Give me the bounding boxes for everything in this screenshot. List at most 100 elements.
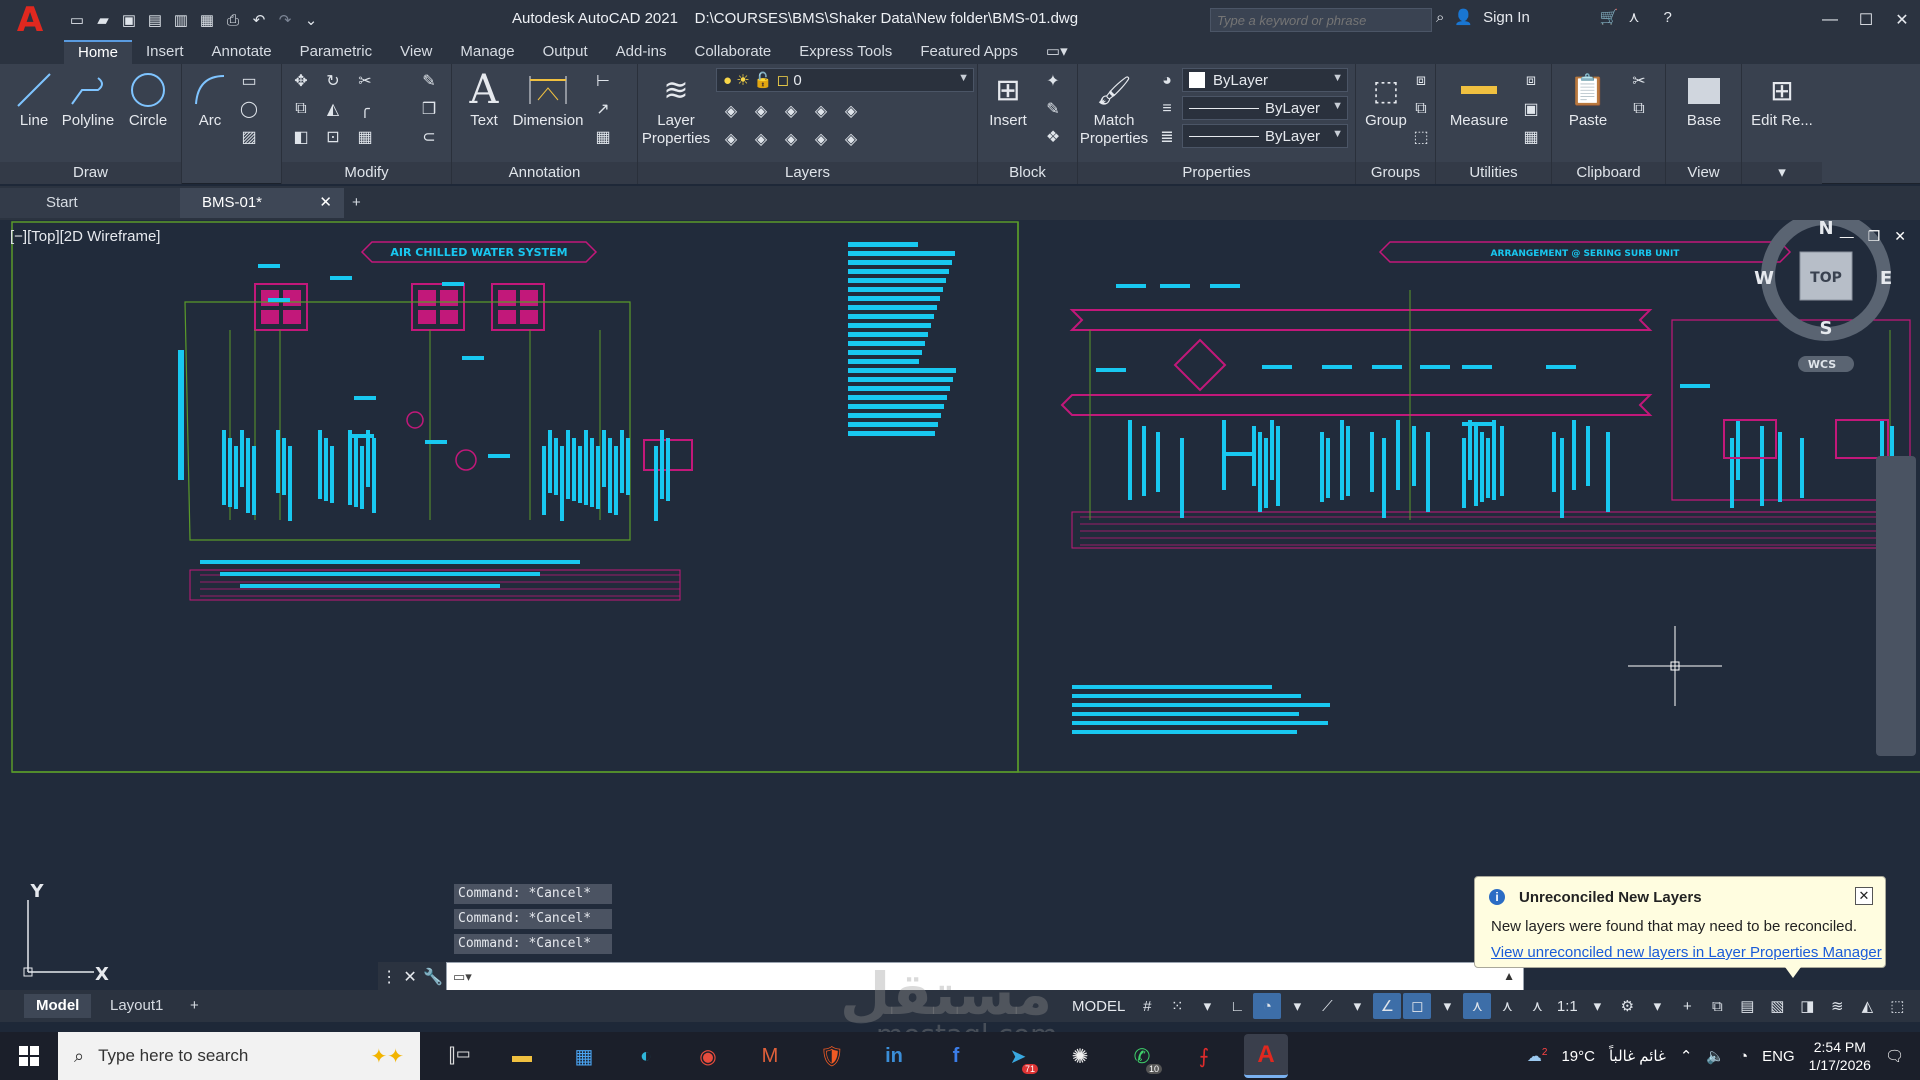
- annotation-scale-value[interactable]: 1:1: [1553, 993, 1581, 1019]
- plot-icon[interactable]: ⎙: [222, 9, 244, 31]
- io-point-bar[interactable]: [602, 430, 606, 487]
- fillet-icon[interactable]: ╭: [354, 98, 376, 120]
- chiller-coil[interactable]: [283, 310, 301, 324]
- spec-text-line[interactable]: [848, 305, 937, 310]
- return-duct[interactable]: [1060, 394, 1653, 416]
- clean-screen-icon[interactable]: ⬚: [1883, 993, 1911, 1019]
- workspace-dropdown-icon[interactable]: ▾: [1643, 993, 1671, 1019]
- customization-menu-icon[interactable]: ≡: [1913, 993, 1920, 1019]
- clock[interactable]: 2:54 PM 1/17/2026: [1809, 1038, 1871, 1074]
- compass-south[interactable]: S: [1820, 318, 1833, 339]
- ucs-x-label[interactable]: X: [95, 964, 109, 985]
- command-input[interactable]: [479, 968, 1523, 986]
- mirror-icon[interactable]: ◭: [322, 98, 344, 120]
- modify-panel-title[interactable]: Modify: [282, 162, 451, 184]
- io-point-bar[interactable]: [252, 446, 256, 515]
- quick-select-icon[interactable]: ⧈: [1520, 70, 1542, 92]
- edit-attributes-icon[interactable]: ❖: [1042, 126, 1064, 148]
- whatsapp-icon[interactable]: ✆ 10: [1120, 1034, 1164, 1078]
- io-point-bar[interactable]: [1480, 432, 1484, 502]
- io-point-bar[interactable]: [1426, 432, 1430, 512]
- note-line[interactable]: [1072, 694, 1301, 698]
- table-icon[interactable]: ▦: [592, 126, 614, 148]
- io-point-bar[interactable]: [1606, 432, 1610, 512]
- color-dropdown[interactable]: ByLayer ▼: [1182, 68, 1348, 92]
- ellipse-icon[interactable]: ◯: [238, 98, 260, 120]
- chiller-coil[interactable]: [520, 310, 538, 324]
- color-wheel-icon[interactable]: ◕: [1156, 70, 1178, 92]
- match-properties-tool[interactable]: 🖌 Match Properties: [1078, 68, 1150, 148]
- tag-label[interactable]: [1222, 452, 1252, 456]
- autocad-logo-icon[interactable]: A: [0, 0, 60, 40]
- chiller-coil[interactable]: [261, 310, 279, 324]
- spec-text-line[interactable]: [848, 341, 925, 346]
- tag-label[interactable]: [330, 276, 352, 280]
- isometric-icon[interactable]: ⟋: [1313, 993, 1341, 1019]
- io-point-bar[interactable]: [608, 438, 612, 513]
- tag-label[interactable]: [1546, 365, 1576, 369]
- io-point-bar[interactable]: [1572, 420, 1576, 490]
- tab-featured-apps[interactable]: Featured Apps: [906, 40, 1032, 64]
- io-point-bar[interactable]: [572, 438, 576, 501]
- io-point-bar[interactable]: [1468, 420, 1472, 480]
- io-point-bar[interactable]: [1346, 426, 1350, 496]
- tag-label[interactable]: [268, 298, 290, 302]
- layer-dropdown[interactable]: ● ☀ 🔓 ◻ 0 ▼: [716, 68, 974, 92]
- io-point-bar[interactable]: [324, 438, 328, 501]
- spec-text-line[interactable]: [848, 278, 946, 283]
- task-view-icon[interactable]: ⫿▭: [438, 1034, 482, 1078]
- cut-icon[interactable]: ✂: [1628, 70, 1650, 92]
- save-web-icon[interactable]: ▦: [196, 9, 218, 31]
- chiller-coil[interactable]: [418, 310, 436, 324]
- io-point-bar[interactable]: [660, 430, 664, 499]
- io-point-bar[interactable]: [590, 438, 594, 507]
- spec-text-line[interactable]: [848, 242, 918, 247]
- ungroup-icon[interactable]: ⧈: [1410, 70, 1432, 92]
- layer-previous-icon[interactable]: ◈: [840, 128, 862, 150]
- spec-text-line[interactable]: [848, 323, 931, 328]
- spec-text-line[interactable]: [848, 404, 944, 409]
- io-point-bar[interactable]: [584, 430, 588, 505]
- spec-text-line[interactable]: [848, 368, 956, 373]
- lineweight-icon[interactable]: ≣: [1156, 126, 1178, 148]
- spec-text-line[interactable]: [848, 431, 935, 436]
- tag-label[interactable]: [1116, 284, 1146, 288]
- model-space-toggle[interactable]: MODEL: [1066, 998, 1131, 1015]
- drag-handle-icon[interactable]: ⋮: [381, 967, 397, 987]
- io-point-bar[interactable]: [282, 438, 286, 495]
- note-line[interactable]: [240, 584, 500, 588]
- polar-dropdown-icon[interactable]: ▾: [1283, 993, 1311, 1019]
- io-point-bar[interactable]: [288, 446, 292, 521]
- create-block-icon[interactable]: ✦: [1042, 70, 1064, 92]
- io-point-bar[interactable]: [654, 446, 658, 521]
- io-point-bar[interactable]: [1500, 426, 1504, 496]
- tag-label[interactable]: [488, 454, 510, 458]
- lineweight-dropdown[interactable]: ByLayer ▼: [1182, 124, 1348, 148]
- spec-text-line[interactable]: [848, 251, 955, 256]
- linetype-dropdown[interactable]: ByLayer ▼: [1182, 96, 1348, 120]
- isolate-objects-icon[interactable]: ◨: [1793, 993, 1821, 1019]
- spec-text-line[interactable]: [848, 377, 953, 382]
- valve-symbol[interactable]: [406, 411, 424, 429]
- io-point-bar[interactable]: [554, 438, 558, 495]
- utilities-panel-title[interactable]: Utilities: [1436, 162, 1551, 184]
- io-point-bar[interactable]: [578, 446, 582, 503]
- io-point-bar[interactable]: [330, 446, 334, 503]
- tag-label[interactable]: [1096, 368, 1126, 372]
- object-snap-tracking-icon[interactable]: ∠: [1373, 993, 1402, 1019]
- io-point-bar[interactable]: [1552, 432, 1556, 492]
- weather-description[interactable]: غائم غالباً: [1609, 1047, 1666, 1065]
- io-point-bar[interactable]: [626, 438, 630, 495]
- fan-symbol[interactable]: [1173, 338, 1227, 392]
- layer-properties-tool[interactable]: ≋ Layer Properties: [638, 68, 714, 148]
- qat-dropdown-icon[interactable]: ⌄: [300, 9, 322, 31]
- io-point-bar[interactable]: [1736, 420, 1740, 480]
- note-line[interactable]: [1072, 712, 1299, 716]
- io-point-bar[interactable]: [1462, 438, 1466, 508]
- io-point-bar[interactable]: [222, 430, 226, 505]
- io-point-bar[interactable]: [246, 438, 250, 513]
- note-line[interactable]: [1072, 721, 1328, 725]
- viewport-close-icon[interactable]: ✕: [1894, 228, 1906, 245]
- layer-unisolate-icon[interactable]: ◈: [750, 128, 772, 150]
- layer-on-icon[interactable]: ◈: [720, 128, 742, 150]
